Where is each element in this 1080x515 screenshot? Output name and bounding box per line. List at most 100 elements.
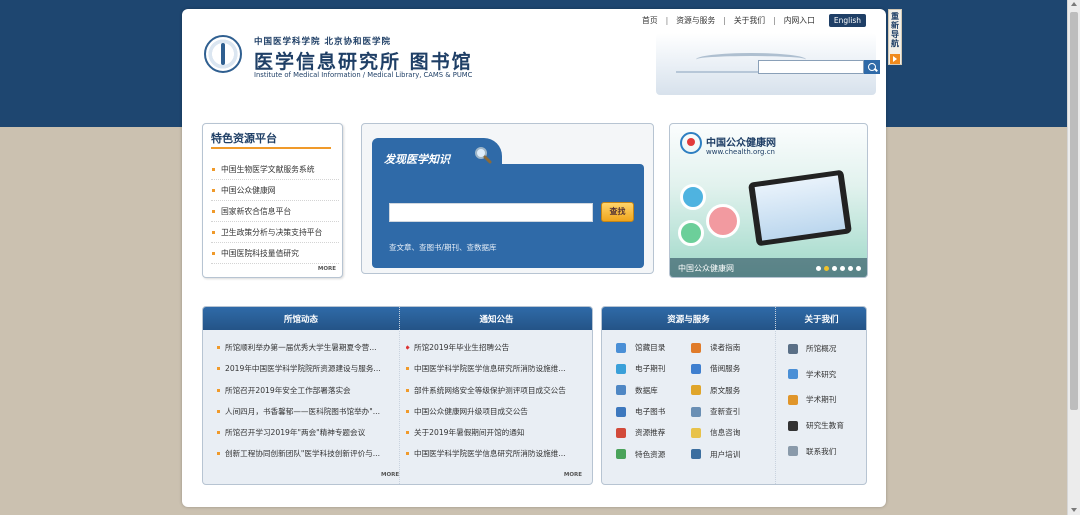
dynamics-item[interactable]: 创新工程协同创新团队"医学科技创新评价与... xyxy=(217,443,393,464)
search-icon[interactable] xyxy=(864,60,880,74)
resource-item[interactable]: 电子期刊 xyxy=(616,358,691,379)
contact-icon xyxy=(788,446,798,457)
resource-item-label: 资源推荐 xyxy=(635,428,666,438)
discover-title: 发现医学知识 xyxy=(384,153,450,166)
notice-item[interactable]: 关于2019年暑假期间开馆的通知 xyxy=(406,422,586,443)
featured-item[interactable]: 中国生物医学文献服务系统 xyxy=(211,159,339,180)
side-tab-arrow-icon[interactable] xyxy=(890,54,900,64)
featured-platforms-box: 特色资源平台 中国生物医学文献服务系统 中国公众健康网 国家新农合信息平台 卫生… xyxy=(202,123,343,278)
services-panel: 资源与服务 关于我们 馆藏目录 读者指南电子期刊 借阅服务 数据库 原文服务电子图书 查新… xyxy=(601,306,867,485)
search-cite-icon xyxy=(691,406,701,417)
featured-item[interactable]: 卫生政策分析与决策支持平台 xyxy=(211,222,339,243)
site-name[interactable]: 医学信息研究所 图书馆 xyxy=(254,47,473,74)
nav-resources[interactable]: 资源与服务 xyxy=(668,15,723,26)
about-item[interactable]: 学术期刊 xyxy=(788,387,844,413)
resource-item[interactable]: 原文服务 xyxy=(691,380,766,401)
notice-item[interactable]: 所馆2019年毕业生招聘公告 xyxy=(406,337,586,358)
resources-title[interactable]: 资源与服务 xyxy=(602,313,775,325)
ebook-icon xyxy=(616,406,626,417)
about-item[interactable]: 联系我们 xyxy=(788,438,844,464)
database-icon xyxy=(616,385,626,396)
about-title[interactable]: 关于我们 xyxy=(775,313,868,325)
resource-item-label: 原文服务 xyxy=(710,385,741,395)
dynamics-item[interactable]: 所馆召开2019年安全工作部署落实会 xyxy=(217,380,393,401)
featured-item[interactable]: 国家新农合信息平台 xyxy=(211,201,339,222)
magnifier-icon xyxy=(475,147,492,164)
banner-title: 中国公众健康网 xyxy=(706,138,776,149)
scroll-down-arrow-icon[interactable] xyxy=(1071,508,1077,512)
resource-item-label: 读者指南 xyxy=(710,343,741,353)
slide-dot[interactable] xyxy=(832,266,837,271)
dynamics-item[interactable]: 人间四月，书香馨郁——医科院图书馆举办"... xyxy=(217,401,393,422)
site-search-input[interactable] xyxy=(758,60,880,74)
notice-item[interactable]: 中国医学科学院医学信息研究所消防设施维... xyxy=(406,443,586,464)
resource-item[interactable]: 借阅服务 xyxy=(691,358,766,379)
featured-item[interactable]: 中国医院科技量值研究 xyxy=(211,243,339,264)
featured-item[interactable]: 中国公众健康网 xyxy=(211,180,339,201)
dynamics-item[interactable]: 2019年中国医学科学院院所资源建设与服务... xyxy=(217,358,393,379)
resources-grid: 馆藏目录 读者指南电子期刊 借阅服务 数据库 原文服务电子图书 查新查引资源推荐 信息咨询特… xyxy=(616,337,766,465)
resource-item-label: 电子期刊 xyxy=(635,364,666,374)
resource-item[interactable]: 读者指南 xyxy=(691,337,766,358)
about-item[interactable]: 研究生教育 xyxy=(788,413,844,439)
about-item-label: 研究生教育 xyxy=(806,421,844,431)
dynamics-item[interactable]: 所馆召开学习2019年"两会"精神专题会议 xyxy=(217,422,393,443)
featured-more-link[interactable]: MORE xyxy=(318,266,336,272)
slide-dot[interactable] xyxy=(856,266,861,271)
discover-hint: 查文章、查图书/期刊、查数据库 xyxy=(389,243,497,252)
vertical-scrollbar[interactable] xyxy=(1067,0,1080,515)
notice-item[interactable]: 部件系统网络安全等级保护测评项目成交公告 xyxy=(406,380,586,401)
resource-item[interactable]: 信息咨询 xyxy=(691,422,766,443)
dynamics-item[interactable]: 所馆顺利举办第一届优秀大学生暑期夏令营... xyxy=(217,337,393,358)
nav-about[interactable]: 关于我们 xyxy=(726,15,773,26)
pill-bubble-icon xyxy=(706,204,740,238)
resource-item[interactable]: 特色资源 xyxy=(616,443,691,464)
services-panel-header: 资源与服务 关于我们 xyxy=(602,307,866,330)
scrollbar-thumb[interactable] xyxy=(1070,12,1078,410)
about-item-label: 学术期刊 xyxy=(806,395,837,405)
nav-home[interactable]: 首页 xyxy=(634,15,666,26)
resource-item[interactable]: 资源推荐 xyxy=(616,422,691,443)
panel-divider xyxy=(399,307,400,484)
discover-search-button[interactable]: 查找 xyxy=(601,202,634,222)
slide-dot[interactable] xyxy=(840,266,845,271)
scroll-up-arrow-icon[interactable] xyxy=(1071,2,1077,6)
about-list: 所馆概况学术研究学术期刊研究生教育联系我们 xyxy=(788,336,844,464)
about-item[interactable]: 所馆概况 xyxy=(788,336,844,362)
banner-caption-bar: 中国公众健康网 xyxy=(670,258,867,277)
tab-notices[interactable]: 通知公告 xyxy=(399,313,594,325)
resource-item[interactable]: 用户培训 xyxy=(691,443,766,464)
slide-dot[interactable] xyxy=(848,266,853,271)
borrow-icon xyxy=(691,363,701,374)
resource-item[interactable]: 数据库 xyxy=(616,380,691,401)
dynamics-more-link[interactable]: MORE xyxy=(381,472,399,478)
tab-dynamics[interactable]: 所馆动态 xyxy=(203,313,399,325)
about-item[interactable]: 学术研究 xyxy=(788,362,844,388)
clipboard-bubble-icon xyxy=(678,220,704,246)
resource-item[interactable]: 电子图书 xyxy=(616,401,691,422)
notice-item[interactable]: 中国医学科学院医学信息研究所消防设施维... xyxy=(406,358,586,379)
header: 中国医学科学院 北京协和医学院 医学信息研究所 图书馆 Institute of… xyxy=(182,9,886,101)
resource-item[interactable]: 查新查引 xyxy=(691,401,766,422)
english-button[interactable]: English xyxy=(828,14,866,27)
discover-search-input[interactable] xyxy=(389,203,593,222)
slide-dot-active[interactable] xyxy=(824,266,829,271)
special-icon xyxy=(616,449,626,460)
slide-dot[interactable] xyxy=(816,266,821,271)
about-item-label: 联系我们 xyxy=(806,446,837,456)
health-banner[interactable]: 中国公众健康网 www.chealth.org.cn 中国公众健康网 xyxy=(669,123,868,278)
notices-list: 所馆2019年毕业生招聘公告 中国医学科学院医学信息研究所消防设施维... 部件… xyxy=(406,337,586,465)
site-name-en: Institute of Medical Information / Medic… xyxy=(254,71,473,79)
resource-item-label: 用户培训 xyxy=(710,449,741,459)
notice-item[interactable]: 中国公众健康网升级项目成交公告 xyxy=(406,401,586,422)
resource-item-label: 馆藏目录 xyxy=(635,343,666,353)
medical-kit-bubble-icon xyxy=(680,184,706,210)
notices-more-link[interactable]: MORE xyxy=(564,472,582,478)
page-container: 中国医学科学院 北京协和医学院 医学信息研究所 图书馆 Institute of… xyxy=(182,9,886,507)
institute-seal-logo[interactable] xyxy=(204,35,242,73)
tablet-illustration xyxy=(748,169,852,247)
ejournal-icon xyxy=(616,363,626,374)
about-item-label: 学术研究 xyxy=(806,369,837,379)
resource-item[interactable]: 馆藏目录 xyxy=(616,337,691,358)
nav-intranet[interactable]: 内网入口 xyxy=(776,15,823,26)
